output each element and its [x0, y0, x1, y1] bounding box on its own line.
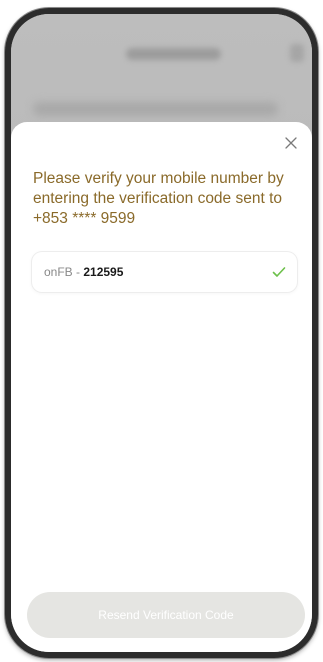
- blurred-page-title: [126, 48, 221, 60]
- blurred-content-strip: [33, 102, 278, 116]
- blurred-header-icon: [290, 44, 304, 62]
- code-value: 212595: [83, 265, 124, 279]
- check-icon: [271, 264, 287, 280]
- close-button[interactable]: [280, 132, 302, 154]
- close-icon: [285, 137, 297, 149]
- resend-verification-code-button[interactable]: Resend Verification Code: [27, 592, 305, 638]
- code-separator: -: [72, 265, 84, 279]
- verification-code-field[interactable]: onFB - 212595: [32, 252, 297, 292]
- phone-screen: Please verify your mobile number by ente…: [11, 14, 312, 652]
- phone-frame: Please verify your mobile number by ente…: [5, 8, 318, 658]
- code-prefix: onFB: [44, 265, 73, 279]
- verification-message: Please verify your mobile number by ente…: [33, 170, 284, 227]
- verification-sheet: Please verify your mobile number by ente…: [11, 122, 312, 652]
